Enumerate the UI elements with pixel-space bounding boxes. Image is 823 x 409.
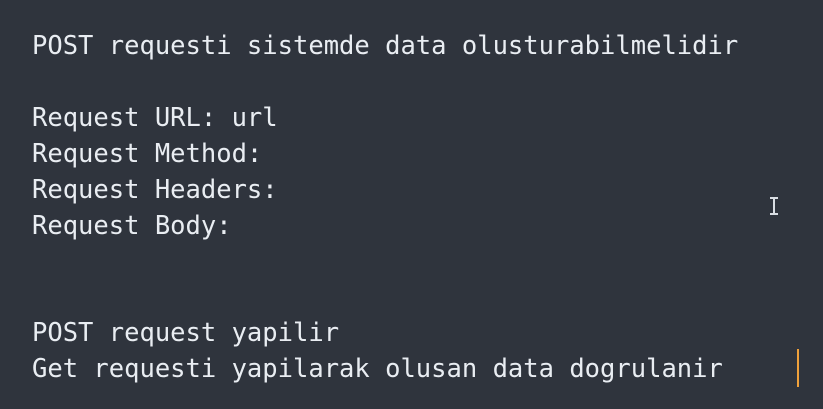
text-editor[interactable]: POST requesti sistemde data olusturabilm… xyxy=(0,0,823,409)
editor-line-2[interactable]: Request URL: url xyxy=(32,100,278,136)
text-cursor-icon xyxy=(769,197,779,215)
editor-line-1[interactable]: POST requesti sistemde data olusturabilm… xyxy=(32,28,738,64)
editor-line-6[interactable]: POST request yapilir xyxy=(32,315,339,351)
editor-line-5[interactable]: Request Body: xyxy=(32,208,232,244)
editor-line-7[interactable]: Get requesti yapilarak olusan data dogru… xyxy=(32,351,723,387)
editor-line-4[interactable]: Request Headers: xyxy=(32,172,278,208)
text-caret xyxy=(797,349,799,387)
text-cursor-bottom xyxy=(770,213,778,215)
editor-line-3[interactable]: Request Method: xyxy=(32,136,262,172)
